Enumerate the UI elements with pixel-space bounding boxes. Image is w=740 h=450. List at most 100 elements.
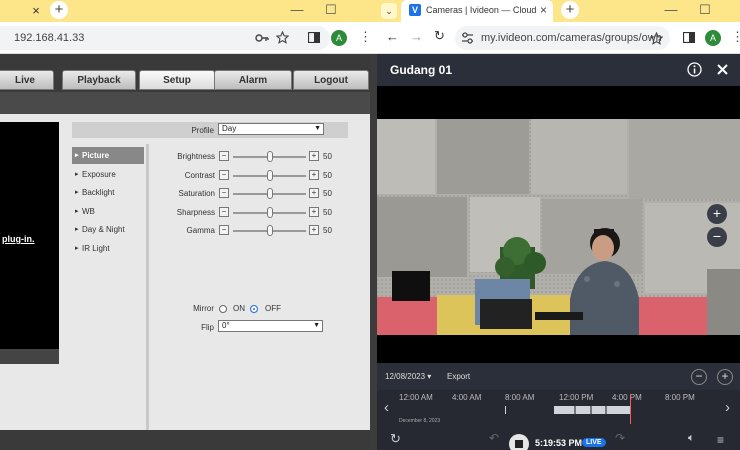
mirror-off-label: OFF bbox=[265, 304, 281, 313]
minus-button[interactable]: − bbox=[219, 169, 229, 180]
mirror-off-radio[interactable] bbox=[250, 305, 258, 313]
profile-bar: Profile Day ▼ bbox=[72, 122, 348, 138]
timeline-tick-label: 12:00 AM bbox=[399, 393, 433, 402]
avatar[interactable]: A bbox=[705, 30, 721, 46]
forward-icon[interactable]: ↷ bbox=[615, 431, 625, 445]
refresh-icon[interactable]: ↻ bbox=[390, 431, 401, 447]
tab-search-button[interactable]: ⌄ bbox=[381, 3, 397, 19]
left-address-bar: 192.168.41.33 A ⋮ bbox=[0, 22, 377, 54]
volume-icon[interactable]: 🔈︎ bbox=[688, 432, 695, 445]
minimize-button[interactable]: — bbox=[286, 1, 308, 19]
plus-button[interactable]: + bbox=[309, 188, 319, 198]
tab-close-button[interactable]: × bbox=[28, 2, 44, 20]
flip-label: Flip bbox=[201, 323, 214, 332]
hamburger-menu-icon[interactable]: ≡ bbox=[717, 433, 724, 447]
key-icon[interactable] bbox=[255, 32, 269, 44]
stop-button[interactable] bbox=[509, 434, 529, 450]
slider-knob[interactable] bbox=[266, 169, 273, 181]
stop-icon bbox=[515, 440, 523, 448]
plus-button[interactable]: + bbox=[309, 225, 319, 235]
slider-label: Contrast bbox=[184, 170, 215, 180]
timeline-next-icon[interactable]: › bbox=[725, 399, 730, 416]
left-url-field[interactable]: 192.168.41.33 bbox=[0, 26, 330, 50]
slider-label: Brightness bbox=[177, 152, 215, 161]
avatar[interactable]: A bbox=[331, 30, 347, 46]
menu-item[interactable]: IR Light bbox=[72, 240, 144, 257]
timeline-prev-icon[interactable]: ‹ bbox=[384, 399, 389, 416]
camera-live-view[interactable]: + − bbox=[377, 119, 740, 335]
slider-knob[interactable] bbox=[266, 206, 273, 218]
rewind-icon[interactable]: ↶ bbox=[489, 431, 499, 445]
sidepanel-icon[interactable] bbox=[683, 32, 695, 43]
zoom-out-button[interactable]: − bbox=[707, 227, 727, 247]
kebab-menu-icon[interactable]: ⋮ bbox=[731, 30, 740, 44]
flip-select[interactable]: 0° ▼ bbox=[218, 320, 323, 332]
timeline-zoom-in-button[interactable]: + bbox=[717, 369, 733, 385]
plus-button[interactable]: + bbox=[309, 206, 319, 217]
recorded-segment bbox=[554, 406, 630, 414]
dvr-setup-body: plug-in. Profile Day ▼ Picture ExposureBa… bbox=[0, 114, 370, 430]
info-icon[interactable] bbox=[687, 62, 702, 77]
tab-playback[interactable]: Playback bbox=[62, 70, 136, 90]
forward-arrow-icon[interactable]: → bbox=[410, 29, 423, 44]
plus-button[interactable]: + bbox=[309, 169, 319, 180]
ivideon-tab[interactable]: V Cameras | Ivideon — Cloud Vid × bbox=[401, 0, 553, 22]
menu-item[interactable]: WB bbox=[72, 203, 144, 220]
slider-label: Saturation bbox=[178, 189, 215, 198]
dvr-subheader bbox=[0, 92, 370, 114]
sidepanel-icon[interactable] bbox=[308, 32, 320, 43]
new-tab-button[interactable]: + bbox=[561, 1, 579, 19]
menu-item[interactable]: Picture bbox=[72, 147, 144, 164]
dvr-web-page: Live Playback Setup Alarm Logout plug-in… bbox=[0, 55, 370, 430]
minimize-button[interactable]: — bbox=[660, 1, 682, 19]
playhead[interactable] bbox=[630, 394, 631, 424]
live-badge[interactable]: LIVE bbox=[582, 438, 606, 447]
reload-icon[interactable]: ↻ bbox=[434, 28, 445, 44]
date-picker[interactable]: 12/08/2023 ▾ bbox=[385, 372, 431, 381]
maximize-button[interactable]: ☐ bbox=[694, 1, 716, 19]
tab-alarm[interactable]: Alarm bbox=[214, 70, 292, 90]
plugin-link[interactable]: plug-in. bbox=[2, 234, 35, 244]
close-icon[interactable] bbox=[716, 63, 729, 76]
menu-item[interactable]: Backlight bbox=[72, 184, 144, 201]
tab-close-icon[interactable]: × bbox=[540, 3, 547, 17]
new-tab-button[interactable]: + bbox=[50, 1, 68, 19]
menu-item[interactable]: Exposure bbox=[72, 166, 144, 183]
dvr-top-nav: Live Playback Setup Alarm Logout bbox=[0, 55, 370, 92]
chevron-down-icon: ▼ bbox=[314, 125, 321, 132]
player-controls: ↻ ↶ 5:19:53 PM LIVE ↷ 🔈︎ ≡ bbox=[377, 428, 740, 450]
minus-button[interactable]: − bbox=[219, 225, 229, 235]
timeline-tick-label: 8:00 AM bbox=[505, 393, 535, 402]
minus-button[interactable]: − bbox=[219, 151, 229, 161]
slider-label: Gamma bbox=[186, 226, 215, 235]
tab-logout[interactable]: Logout bbox=[293, 70, 369, 90]
tab-live[interactable]: Live bbox=[0, 70, 54, 90]
slider-knob[interactable] bbox=[266, 225, 273, 236]
slider-knob[interactable] bbox=[266, 151, 273, 162]
site-settings-icon[interactable] bbox=[461, 32, 474, 44]
bookmark-star-icon[interactable] bbox=[276, 31, 289, 44]
timeline-zoom-out-button[interactable]: − bbox=[691, 369, 707, 385]
minus-button[interactable]: − bbox=[219, 188, 229, 198]
plus-button[interactable]: + bbox=[309, 151, 319, 161]
kebab-menu-icon[interactable]: ⋮ bbox=[359, 30, 372, 44]
profile-select[interactable]: Day ▼ bbox=[218, 123, 324, 135]
bookmark-star-icon[interactable] bbox=[650, 32, 663, 45]
slider-value: 50 bbox=[323, 152, 332, 161]
right-url-field[interactable]: my.ivideon.com/cameras/groups/own bbox=[455, 26, 670, 50]
mirror-on-radio[interactable] bbox=[219, 305, 227, 313]
zoom-in-button[interactable]: + bbox=[707, 204, 727, 224]
maximize-button[interactable]: ☐ bbox=[320, 1, 342, 19]
back-arrow-icon[interactable]: ← bbox=[386, 29, 399, 44]
timeline-tick-label: 8:00 PM bbox=[665, 393, 695, 402]
timeline-track[interactable]: ‹ › 12:00 AM 4:00 AM 8:00 AM 12:00 PM 4:00 P… bbox=[377, 390, 740, 428]
slider-knob[interactable] bbox=[266, 188, 273, 199]
tab-setup[interactable]: Setup bbox=[139, 70, 215, 90]
menu-item[interactable]: Day & Night bbox=[72, 221, 144, 238]
minus-button[interactable]: − bbox=[219, 206, 229, 217]
slider-value: 50 bbox=[323, 226, 332, 235]
left-tab-strip: × + — ☐ bbox=[0, 0, 377, 22]
section-divider bbox=[146, 144, 149, 430]
export-button[interactable]: Export bbox=[447, 372, 470, 381]
camera-scene-image bbox=[377, 119, 740, 335]
